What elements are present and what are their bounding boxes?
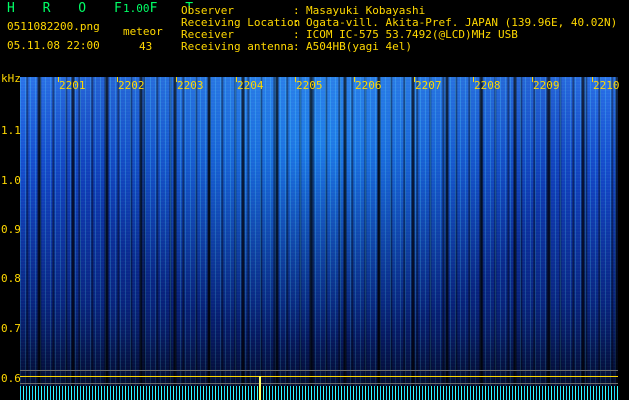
antenna-label: Receiving antenna: [181, 40, 294, 53]
minute-label-2205: 2205: [296, 79, 323, 92]
minute-label-2206: 2206: [355, 79, 382, 92]
date-time: 05.11.08 22:00: [7, 39, 100, 52]
y-tick-1-0: 1.0: [1, 174, 21, 187]
minute-label-2203: 2203: [177, 79, 204, 92]
reference-line: [20, 370, 618, 371]
minute-label-2204: 2204: [237, 79, 264, 92]
meteor-spike: [259, 376, 261, 400]
file-name: 0511082200.png: [7, 20, 100, 33]
minute-label-2209: 2209: [533, 79, 560, 92]
y-tick-0-8: 0.8: [1, 272, 21, 285]
antenna-value: A504HB(yagi 4el): [306, 40, 412, 53]
signal-strip: [20, 386, 618, 400]
y-tick-0-7: 0.7: [1, 322, 21, 335]
y-tick-1-1: 1.1: [1, 124, 21, 137]
reference-line: [20, 383, 618, 384]
meteor-label: meteor: [123, 25, 163, 38]
minute-label-2201: 2201: [59, 79, 86, 92]
meteor-count: 43: [139, 40, 153, 53]
minute-label-2207: 2207: [415, 79, 442, 92]
antenna-colon: :: [293, 40, 300, 53]
y-tick-0-6: 0.6: [1, 372, 21, 385]
minute-label-2202: 2202: [118, 79, 145, 92]
app-name: H R O F F T: [7, 1, 204, 16]
yellow-reference-line: [20, 376, 618, 377]
app-version: 1.00: [123, 2, 150, 15]
minute-label-2210: 2210: [593, 79, 620, 92]
y-tick-0-9: 0.9: [1, 223, 21, 236]
y-axis-unit: kHz: [1, 72, 21, 85]
minute-label-2208: 2208: [474, 79, 501, 92]
spectrogram-panel: [20, 77, 618, 400]
